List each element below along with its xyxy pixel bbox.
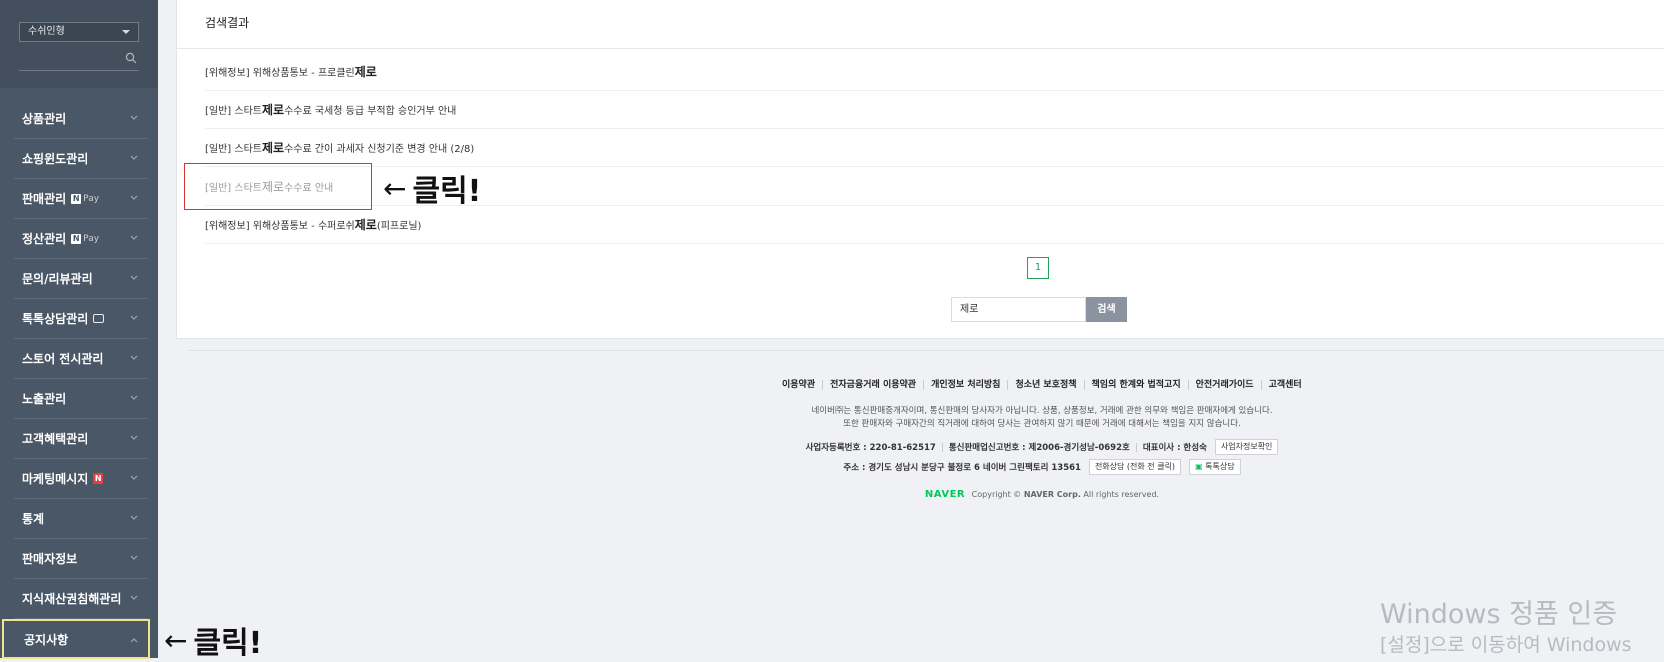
sidebar-item-label: 통계	[22, 512, 45, 526]
footer-link-safe-trade-guide[interactable]: 안전거래가이드	[1187, 380, 1261, 390]
result-row[interactable]: [위해정보] 위해상품통보 - 수퍼로쉬 제로 (피프로닐)	[205, 206, 1664, 244]
result-row[interactable]: [일반] 스타트 제로 수수료 간이 과세자 신청기준 변경 안내 (2/8)	[205, 129, 1664, 167]
sidebar-item-notice[interactable]: 공지사항	[2, 619, 150, 659]
result-row[interactable]: [일반] 스타트 제로 수수료 국세청 등급 부적합 승인거부 안내	[205, 91, 1664, 129]
business-info-button[interactable]: 사업자정보확인	[1214, 439, 1279, 455]
npay-badge: N Pay	[71, 193, 100, 204]
npay-icon: N	[71, 233, 82, 244]
divider	[188, 350, 1664, 351]
sidebar-item-settlement[interactable]: 정산관리 N Pay	[14, 219, 148, 259]
sidebar-item-sales[interactable]: 판매관리 N Pay	[14, 179, 148, 219]
sidebar-header: 수쉬인형	[0, 0, 158, 88]
sidebar-item-label: 지식재산권침해관리	[22, 592, 122, 606]
divider	[177, 48, 1664, 49]
footer-link-efinance-terms[interactable]: 전자금융거래 이용약관	[822, 380, 923, 390]
chevron-down-icon	[130, 395, 138, 400]
sidebar-search-input[interactable]	[19, 50, 139, 71]
sidebar-item-inquiry-review[interactable]: 문의/리뷰관리	[14, 259, 148, 299]
highlight-box	[184, 163, 372, 210]
talktalk-consult-button[interactable]: ▣ 톡톡상담	[1189, 459, 1241, 475]
business-number: 사업자등록번호 : 220-81-62517	[805, 443, 936, 453]
chevron-down-icon	[130, 235, 138, 240]
footer-link-customer-center[interactable]: 고객센터	[1260, 380, 1309, 390]
chevron-down-icon	[122, 30, 130, 34]
chevron-down-icon	[130, 475, 138, 480]
windows-activation-watermark: Windows 정품 인증	[1380, 599, 1618, 630]
search-icon[interactable]	[125, 52, 137, 64]
sidebar: 수쉬인형 상품관리 쇼핑윈도관리 판매관리 N Pay 정산관리 N Pay 문…	[0, 0, 158, 659]
store-select-value: 수쉬인형	[28, 26, 65, 37]
arrow-left-icon: ←	[383, 171, 407, 205]
sidebar-item-statistics[interactable]: 통계	[14, 499, 148, 539]
chevron-down-icon	[130, 555, 138, 560]
company-address: 주소 : 경기도 성남시 분당구 불정로 6 네이버 그린팩토리 13561	[843, 463, 1081, 473]
sidebar-menu: 상품관리 쇼핑윈도관리 판매관리 N Pay 정산관리 N Pay 문의/리뷰관리 …	[0, 99, 158, 659]
footer-notice-2: 또한 판매자와 구매자간의 직거래에 대하여 당사는 관여하지 않기 때문에 거…	[843, 419, 1241, 429]
arrow-left-icon: ←	[164, 623, 188, 657]
npay-icon: N	[71, 193, 82, 204]
phone-consult-button[interactable]: 전화상담 (전화 전 클릭)	[1088, 459, 1182, 475]
sidebar-item-label: 판매관리	[22, 192, 67, 206]
chat-bubble-icon: ▣	[1195, 462, 1203, 471]
sidebar-item-store-display[interactable]: 스토어 전시관리	[14, 339, 148, 379]
naver-logo: NAVER	[924, 489, 966, 500]
footer-link-privacy[interactable]: 개인정보 처리방침	[923, 380, 1007, 390]
page-number-button[interactable]: 1	[1027, 257, 1049, 279]
chevron-down-icon	[130, 595, 138, 600]
footer-address-row: 주소 : 경기도 성남시 분당구 불정로 6 네이버 그린팩토리 13561 전…	[0, 459, 1664, 475]
sidebar-item-label: 톡톡상담관리	[22, 312, 89, 326]
store-select[interactable]: 수쉬인형	[19, 22, 139, 42]
chevron-down-icon	[130, 115, 138, 120]
sidebar-item-seller-info[interactable]: 판매자정보	[14, 539, 148, 579]
sidebar-item-label: 공지사항	[24, 632, 69, 647]
click-annotation-result: ← 클릭!	[383, 166, 481, 210]
click-annotation-text: 클릭!	[193, 626, 263, 661]
sidebar-item-label: 정산관리	[22, 232, 67, 246]
sidebar-item-label: 스토어 전시관리	[22, 352, 104, 366]
divider	[941, 442, 943, 452]
chat-bubble-icon	[93, 314, 105, 323]
click-annotation-text: 클릭!	[412, 174, 482, 209]
mail-order-number: 통신판매업신고번호 : 제2006-경기성남-0692호	[948, 443, 1130, 453]
result-row[interactable]: [위해정보] 위해상품통보 - 프로클린 제로	[205, 53, 1664, 91]
footer-notice-1: 네이버㈜는 통신판매중개자이며, 통신판매의 당사자가 아닙니다. 상품, 상품…	[811, 406, 1273, 416]
ceo-name: 대표이사 : 한성숙	[1142, 443, 1207, 453]
windows-activation-watermark-sub: [설정]으로 이동하여 Windows	[1380, 634, 1632, 656]
footer-links: 이용약관 전자금융거래 이용약관 개인정보 처리방침 청소년 보호정책 책임의 …	[0, 380, 1664, 390]
copyright: NAVER Copyright © NAVER Corp. All rights…	[924, 489, 1160, 500]
search-results-card: 검색결과 [위해정보] 위해상품통보 - 프로클린 제로 [일반] 스타트 제로 수…	[176, 0, 1664, 339]
sidebar-item-shopping-window[interactable]: 쇼핑윈도관리	[14, 139, 148, 179]
sidebar-item-label: 쇼핑윈도관리	[22, 152, 89, 166]
footer-link-legal-notice[interactable]: 책임의 한계와 법적고지	[1083, 380, 1188, 390]
sidebar-item-label: 문의/리뷰관리	[22, 272, 93, 286]
search-button[interactable]: 검색	[1086, 297, 1127, 322]
chevron-down-icon	[130, 155, 138, 160]
click-annotation-notice: ← 클릭!	[164, 618, 262, 662]
sidebar-item-talktalk[interactable]: 톡톡상담관리	[14, 299, 148, 339]
chevron-up-icon	[130, 638, 138, 643]
search-input[interactable]: 제로	[951, 297, 1086, 322]
chevron-down-icon	[130, 355, 138, 360]
footer-company-info: 사업자등록번호 : 220-81-62517 통신판매업신고번호 : 제2006…	[0, 439, 1664, 455]
footer-link-terms[interactable]: 이용약관	[782, 380, 822, 390]
npay-badge: N Pay	[71, 233, 100, 244]
page-title: 검색결과	[205, 16, 250, 30]
footer-link-youth-policy[interactable]: 청소년 보호정책	[1007, 380, 1083, 390]
sidebar-item-ip-infringement[interactable]: 지식재산권침해관리	[14, 579, 148, 619]
sidebar-item-product[interactable]: 상품관리	[14, 99, 148, 139]
divider	[1135, 442, 1137, 452]
chevron-down-icon	[130, 515, 138, 520]
sidebar-item-label: 판매자정보	[22, 552, 78, 566]
chevron-down-icon	[130, 315, 138, 320]
chevron-down-icon	[130, 195, 138, 200]
chevron-down-icon	[130, 275, 138, 280]
sidebar-item-label: 상품관리	[22, 112, 67, 126]
